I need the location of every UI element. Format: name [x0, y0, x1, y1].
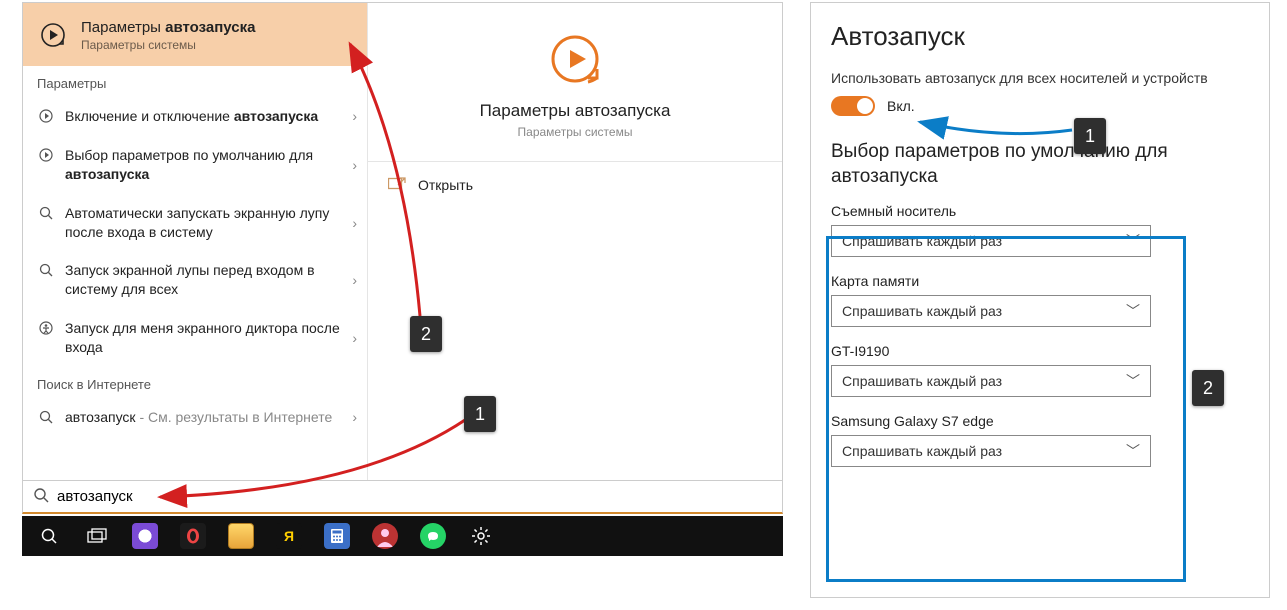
search-detail-pane: Параметры автозапуска Параметры системы … — [368, 3, 782, 511]
autoplay-icon — [37, 19, 69, 51]
device-dropdown-removable[interactable]: Спрашивать каждый раз ﹀ — [831, 225, 1151, 257]
result-text: автозапуск - См. результаты в Интернете — [65, 408, 353, 427]
detail-subtitle: Параметры системы — [368, 125, 782, 139]
search-icon — [37, 408, 55, 426]
taskbar-task-view-button[interactable] — [74, 516, 120, 556]
section-header-web: Поиск в Интернете — [23, 367, 367, 398]
result-item-web-search[interactable]: автозапуск - См. результаты в Интернете … — [23, 398, 367, 437]
detail-title: Параметры автозапуска — [368, 101, 782, 121]
taskbar-app-calculator[interactable] — [314, 516, 360, 556]
device-dropdown-galaxy-s7[interactable]: Спрашивать каждый раз ﹀ — [831, 435, 1151, 467]
result-text: Запуск для меня экранного диктора после … — [65, 319, 353, 357]
autoplay-small-icon — [37, 107, 55, 125]
settings-sub-heading: Выбор параметров по умолчанию для автоза… — [831, 140, 1249, 189]
toggle-state-label: Вкл. — [887, 98, 915, 114]
device-dropdown-gt-i9190[interactable]: Спрашивать каждый раз ﹀ — [831, 365, 1151, 397]
chevron-down-icon: ﹀ — [1126, 301, 1140, 321]
chevron-right-icon: › — [352, 215, 357, 231]
search-input[interactable] — [57, 488, 772, 505]
device-dropdown-memory-card[interactable]: Спрашивать каждый раз ﹀ — [831, 295, 1151, 327]
chevron-right-icon: › — [352, 157, 357, 173]
chevron-down-icon: ﹀ — [1126, 441, 1140, 461]
settings-heading: Автозапуск — [831, 21, 1249, 52]
taskbar-app-whatsapp[interactable] — [410, 516, 456, 556]
taskbar-app-opera[interactable] — [170, 516, 216, 556]
open-label: Открыть — [418, 177, 473, 193]
autoplay-large-icon — [543, 27, 607, 91]
magnifier-icon — [37, 204, 55, 222]
annotation-badge-right-2: 2 — [1192, 370, 1224, 406]
device-label: Съемный носитель — [831, 203, 1249, 219]
autoplay-settings-panel: Автозапуск Использовать автозапуск для в… — [810, 2, 1270, 598]
autoplay-small-icon — [37, 146, 55, 164]
search-icon — [33, 487, 49, 506]
device-group-removable: Съемный носитель Спрашивать каждый раз ﹀ — [831, 203, 1249, 257]
device-group-memory-card: Карта памяти Спрашивать каждый раз ﹀ — [831, 273, 1249, 327]
taskbar-app-avatar[interactable] — [362, 516, 408, 556]
device-group-gt-i9190: GT-I9190 Спрашивать каждый раз ﹀ — [831, 343, 1249, 397]
search-input-row[interactable] — [22, 480, 783, 514]
chevron-right-icon: › — [352, 108, 357, 124]
taskbar-app-file-explorer[interactable] — [218, 516, 264, 556]
chevron-down-icon: ﹀ — [1126, 371, 1140, 391]
section-header-params: Параметры — [23, 66, 367, 97]
result-text: Запуск экранной лупы перед входом в сист… — [65, 261, 353, 299]
taskbar-app-yandex[interactable]: Я — [266, 516, 312, 556]
taskbar-app-settings[interactable] — [458, 516, 504, 556]
best-match-row[interactable]: Параметры автозапуска Параметры системы — [23, 3, 367, 66]
result-item-narrator-after-login[interactable]: Запуск для меня экранного диктора после … — [23, 309, 367, 367]
result-item-magnifier-after-login[interactable]: Автоматически запускать экранную лупу по… — [23, 194, 367, 252]
open-button[interactable]: Открыть — [368, 162, 782, 207]
device-label: Карта памяти — [831, 273, 1249, 289]
settings-note: Использовать автозапуск для всех носител… — [831, 70, 1249, 86]
result-text: Выбор параметров по умолчанию для автоза… — [65, 146, 353, 184]
open-icon — [388, 176, 406, 193]
search-results-list: Параметры автозапуска Параметры системы … — [23, 3, 368, 511]
autoplay-toggle[interactable] — [831, 96, 875, 116]
best-match-subtitle: Параметры системы — [81, 38, 255, 52]
annotation-badge-right-1: 1 — [1074, 118, 1106, 154]
result-item-toggle-autoplay[interactable]: Включение и отключение автозапуска › — [23, 97, 367, 136]
chevron-right-icon: › — [352, 330, 357, 346]
result-item-magnifier-before-login[interactable]: Запуск экранной лупы перед входом в сист… — [23, 251, 367, 309]
device-label: GT-I9190 — [831, 343, 1249, 359]
chevron-down-icon: ﹀ — [1126, 231, 1140, 251]
taskbar: Я — [22, 516, 783, 556]
device-label: Samsung Galaxy S7 edge — [831, 413, 1249, 429]
annotation-badge-left-2: 2 — [410, 316, 442, 352]
taskbar-search-button[interactable] — [26, 516, 72, 556]
result-text: Включение и отключение автозапуска — [65, 107, 353, 126]
chevron-right-icon: › — [352, 272, 357, 288]
result-text: Автоматически запускать экранную лупу по… — [65, 204, 353, 242]
taskbar-app-yandex-browser[interactable] — [122, 516, 168, 556]
accessibility-icon — [37, 319, 55, 337]
search-results-panel: Параметры автозапуска Параметры системы … — [22, 2, 783, 512]
magnifier-icon — [37, 261, 55, 279]
best-match-title: Параметры автозапуска — [81, 19, 255, 36]
result-item-defaults-autoplay[interactable]: Выбор параметров по умолчанию для автоза… — [23, 136, 367, 194]
device-group-galaxy-s7: Samsung Galaxy S7 edge Спрашивать каждый… — [831, 413, 1249, 467]
annotation-badge-left-1: 1 — [464, 396, 496, 432]
chevron-right-icon: › — [352, 409, 357, 425]
